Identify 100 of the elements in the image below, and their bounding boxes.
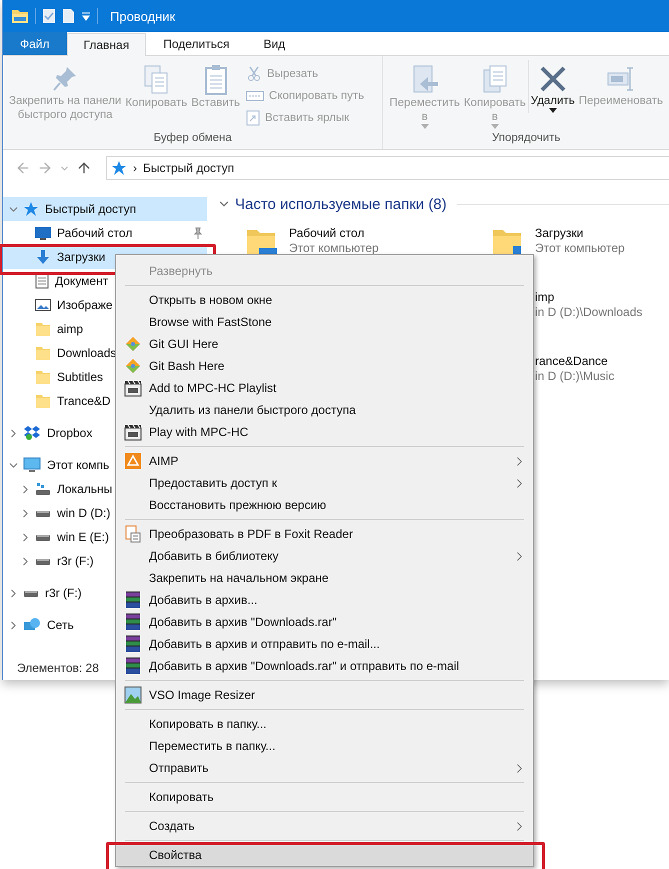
folder-name[interactable]: rance&Dance: [535, 354, 614, 368]
folder-name[interactable]: Загрузки: [535, 226, 625, 240]
books-icon: [124, 613, 142, 631]
menu-item[interactable]: AIMP: [116, 450, 533, 472]
menu-item[interactable]: Переместить в папку...: [116, 735, 533, 757]
address-text: Быстрый доступ: [143, 161, 234, 175]
forward-icon: [37, 160, 53, 176]
nav-label: aimp: [57, 322, 84, 336]
dropdown-icon[interactable]: [81, 11, 91, 21]
download-icon: [35, 249, 51, 265]
up-button[interactable]: [76, 160, 92, 176]
folder-name[interactable]: Рабочий стол: [289, 226, 379, 240]
folder-icon: [35, 369, 51, 385]
menu-item[interactable]: Добавить в архив и отправить по e-mail...: [116, 633, 533, 655]
drive-icon: [23, 588, 39, 598]
menu-item[interactable]: Копировать: [116, 786, 533, 808]
menu-item[interactable]: Предоставить доступ к: [116, 472, 533, 494]
nav-label: Рабочий стол: [57, 226, 132, 240]
clapperboard-icon: [124, 379, 142, 397]
file-menu-button[interactable]: Файл: [3, 32, 67, 55]
clipboard-icon: [202, 64, 229, 96]
path-icon: [246, 90, 264, 102]
close-icon: [538, 64, 568, 94]
menu-item[interactable]: VSO Image Resizer: [116, 684, 533, 706]
drive-icon: [35, 508, 51, 518]
nav-label: Документ: [55, 274, 108, 288]
nav-label: Этот компь: [47, 458, 110, 472]
menu-item[interactable]: Play with MPC-HC: [116, 421, 533, 443]
folder-name[interactable]: imp: [535, 290, 642, 304]
ribbon-tab[interactable]: Поделиться: [146, 32, 246, 55]
menu-item[interactable]: Преобразовать в PDF в Foxit Reader: [116, 523, 533, 545]
menu-item[interactable]: Открыть в новом окне: [116, 289, 533, 311]
menu-item[interactable]: Добавить в архив "Downloads.rar" и отправить по e-mail: [116, 655, 533, 677]
nav-label: Subtitles: [57, 370, 104, 384]
diamond-icon: [124, 358, 140, 374]
group-label: Буфер обмена: [152, 132, 233, 146]
document-icon: [35, 273, 49, 289]
address-field[interactable]: › Быстрый доступ: [106, 156, 669, 180]
image-icon: [35, 298, 51, 312]
books-icon: [124, 657, 142, 675]
star-icon: [23, 201, 39, 217]
window-title: Проводник: [110, 8, 176, 24]
star-icon: [111, 160, 127, 176]
nav-label: Локальны: [57, 482, 112, 496]
menu-item[interactable]: Add to MPC-HC Playlist: [116, 377, 533, 399]
status-text: Элементов: 28: [17, 661, 99, 675]
books-icon: [124, 591, 142, 609]
nav-label: Dropbox: [47, 426, 92, 440]
drive-icon: [35, 532, 51, 542]
triangle-icon: [124, 453, 140, 469]
menu-item[interactable]: Закрепить на начальном экране: [116, 567, 533, 589]
menu-item[interactable]: Git Bash Here: [116, 355, 533, 377]
up-icon: [76, 160, 92, 176]
nav-label: Сеть: [47, 618, 74, 632]
nav-label: win D (D:): [57, 506, 110, 520]
menu-item[interactable]: Копировать в папку...: [116, 713, 533, 735]
scissors-icon: [246, 66, 262, 82]
back-icon: [15, 160, 31, 176]
page-icon[interactable]: [62, 8, 75, 24]
nav-label: Быстрый доступ: [45, 202, 136, 216]
books-icon: [124, 635, 142, 653]
folder-location: in D (D:)\Music: [535, 369, 614, 383]
nav-item[interactable]: Рабочий стол: [3, 221, 207, 245]
menu-item[interactable]: Добавить в архив "Downloads.rar": [116, 611, 533, 633]
drive-icon: [35, 482, 51, 496]
network-icon: [23, 617, 41, 633]
ribbon-tab[interactable]: Вид: [246, 32, 302, 55]
nav-label: Изображе: [57, 298, 113, 312]
menu-item[interactable]: Отправить: [116, 757, 533, 779]
folder-icon: [35, 321, 51, 337]
diamond-icon: [124, 336, 140, 352]
folder-location: in D (D:)\Downloads: [535, 305, 642, 319]
nav-label: Downloads: [57, 346, 116, 360]
document-icon: [124, 525, 140, 543]
menu-item[interactable]: Восстановить прежнюю версию: [116, 494, 533, 516]
monitor-icon: [35, 226, 51, 240]
path-separator: ›: [133, 161, 137, 175]
menu-item[interactable]: Свойства: [116, 844, 533, 866]
menu-item[interactable]: Удалить из панели быстрого доступа: [116, 399, 533, 421]
ribbon-button[interactable]: Удалить: [528, 60, 577, 113]
ribbon-tab[interactable]: Главная: [66, 33, 146, 56]
menu-item[interactable]: Browse with FastStone: [116, 311, 533, 333]
group-label: Упорядочить: [490, 132, 562, 146]
nav-label: Trance&D: [57, 394, 111, 408]
menu-item[interactable]: Добавить в архив...: [116, 589, 533, 611]
landscape-icon: [124, 686, 142, 704]
menu-item[interactable]: Создать: [116, 815, 533, 837]
nav-item[interactable]: Быстрый доступ: [3, 197, 207, 221]
folder-icon: [35, 393, 51, 409]
copy-icon: [142, 64, 170, 96]
nav-label: r3r (F:): [57, 554, 94, 568]
dropbox-icon: [23, 425, 41, 441]
folder-icon: [35, 345, 51, 361]
drive-icon: [35, 556, 51, 566]
nav-label: win E (E:): [57, 530, 110, 544]
menu-item[interactable]: Добавить в библиотеку: [116, 545, 533, 567]
section-title: Часто используемые папки (8): [235, 196, 447, 212]
folder-icon[interactable]: [11, 8, 29, 24]
menu-item[interactable]: Git GUI Here: [116, 333, 533, 355]
checkmark-icon[interactable]: [42, 8, 56, 24]
